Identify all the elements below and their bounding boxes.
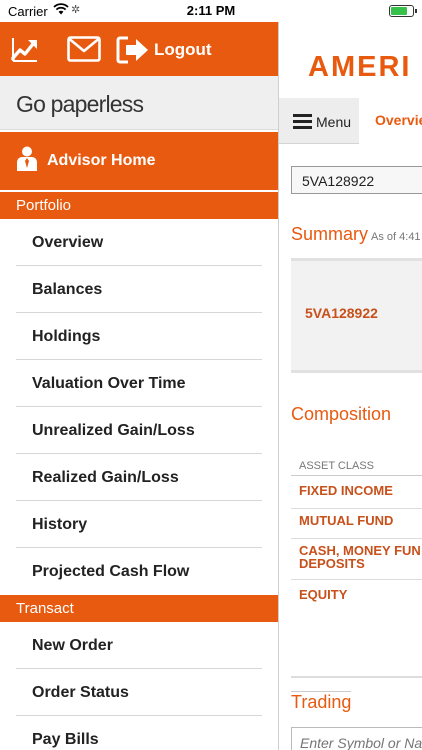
menu-item-balances[interactable]: Balances (16, 266, 262, 313)
asset-row-label: MUTUAL FUND (299, 513, 394, 528)
trend-chart-icon[interactable] (11, 36, 39, 67)
composition-title: Composition (291, 404, 392, 424)
asset-row-equity[interactable]: EQUITY (291, 588, 422, 613)
section-header-transact: Transact (0, 595, 278, 622)
hamburger-icon (293, 114, 312, 129)
side-menu: Logout Go paperless Advisor Home Portfol… (0, 22, 279, 750)
battery-icon (389, 5, 417, 17)
summary-title: Summary (291, 224, 369, 244)
menu-item-pay-bills[interactable]: Pay Bills (16, 716, 262, 750)
asset-row-label: EQUITY (299, 587, 348, 602)
asset-row-cash[interactable]: CASH, MONEY FUN DEPOSITS (291, 544, 422, 580)
menu-item-unrealized-gain-loss[interactable]: Unrealized Gain/Loss (16, 407, 262, 454)
advisor-home-button[interactable]: Advisor Home (0, 132, 278, 190)
account-select[interactable]: 5VA128922 (291, 166, 422, 194)
go-paperless-banner[interactable]: Go paperless (0, 76, 278, 130)
menu-button[interactable]: Menu (279, 98, 359, 144)
symbol-search-input[interactable] (291, 727, 422, 750)
advisor-icon (16, 146, 38, 177)
brand-logo: AMERI (308, 51, 412, 83)
section-header-portfolio: Portfolio (0, 192, 278, 219)
menu-item-projected-cash-flow[interactable]: Projected Cash Flow (16, 548, 262, 595)
menu-item-realized-gain-loss[interactable]: Realized Gain/Loss (16, 454, 262, 501)
menu-item-holdings[interactable]: Holdings (16, 313, 262, 360)
trading-title: Trading (291, 691, 352, 712)
menu-item-history[interactable]: History (16, 501, 262, 548)
asset-row-label: CASH, MONEY FUN DEPOSITS (299, 543, 421, 571)
asset-row-mutual-fund[interactable]: MUTUAL FUND (291, 514, 422, 539)
menu-item-valuation-over-time[interactable]: Valuation Over Time (16, 360, 262, 407)
tab-overview-label: Overvie (375, 112, 422, 128)
divider (291, 676, 422, 678)
asset-row-label: FIXED INCOME (299, 483, 393, 498)
mail-icon[interactable] (67, 36, 101, 67)
summary-heading: Summary As of 4:41 (291, 224, 421, 245)
menu-button-label: Menu (316, 114, 352, 130)
menu-top-bar: Logout (0, 22, 278, 76)
summary-card: 5VA128922 (291, 258, 422, 373)
summary-account-link[interactable]: 5VA128922 (305, 305, 378, 321)
menu-item-overview[interactable]: Overview (16, 219, 262, 266)
menu-item-order-status[interactable]: Order Status (16, 669, 262, 716)
tab-bar: Menu Overvie (279, 98, 422, 144)
clock: 2:11 PM (186, 3, 236, 18)
asset-row-fixed-income[interactable]: FIXED INCOME (291, 484, 422, 509)
status-bar: Carrier ✲ 2:11 PM (0, 0, 422, 22)
advisor-home-label: Advisor Home (47, 152, 156, 169)
summary-timestamp: As of 4:41 (371, 231, 421, 243)
main-content: AMERI Menu Overvie 5VA128922 Summary As o… (279, 22, 422, 750)
asset-class-header: ASSET CLASS (291, 460, 422, 476)
logout-button[interactable]: Logout (154, 40, 212, 60)
menu-item-new-order[interactable]: New Order (16, 622, 262, 669)
logout-icon[interactable] (116, 36, 150, 69)
tab-overview[interactable]: Overvie (359, 98, 422, 144)
